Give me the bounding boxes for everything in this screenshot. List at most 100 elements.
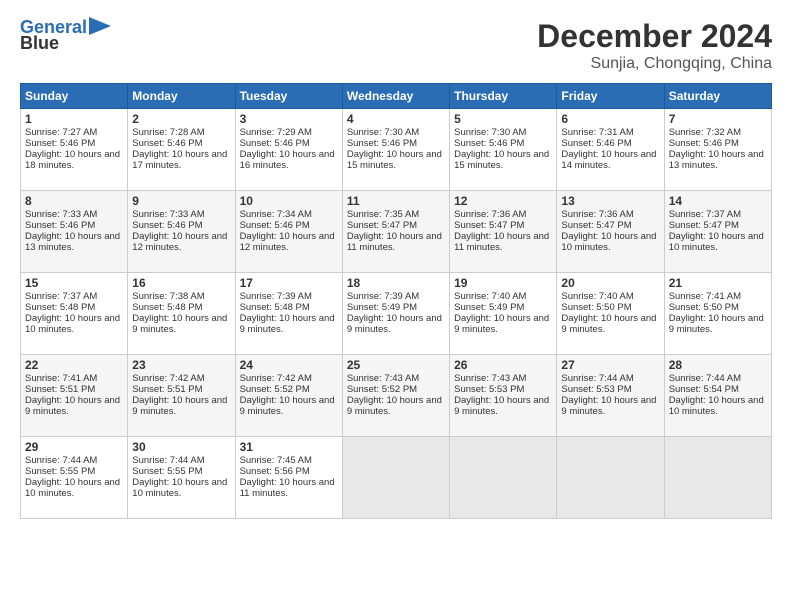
day-number: 1 <box>25 112 123 126</box>
day-number: 3 <box>240 112 338 126</box>
daylight-text: Daylight: 10 hours and 11 minutes. <box>240 477 335 499</box>
day-number: 5 <box>454 112 552 126</box>
sunset-text: Sunset: 5:46 PM <box>25 220 95 231</box>
table-row: 13Sunrise: 7:36 AMSunset: 5:47 PMDayligh… <box>557 191 664 273</box>
sunset-text: Sunset: 5:48 PM <box>240 302 310 313</box>
day-number: 9 <box>132 194 230 208</box>
daylight-text: Daylight: 10 hours and 12 minutes. <box>132 231 227 253</box>
sunrise-text: Sunrise: 7:44 AM <box>25 455 97 466</box>
sunset-text: Sunset: 5:46 PM <box>132 138 202 149</box>
day-number: 7 <box>669 112 767 126</box>
day-number: 6 <box>561 112 659 126</box>
table-row: 31Sunrise: 7:45 AMSunset: 5:56 PMDayligh… <box>235 437 342 519</box>
calendar-week-row: 8Sunrise: 7:33 AMSunset: 5:46 PMDaylight… <box>21 191 772 273</box>
sunrise-text: Sunrise: 7:35 AM <box>347 209 419 220</box>
table-row: 7Sunrise: 7:32 AMSunset: 5:46 PMDaylight… <box>664 109 771 191</box>
sunset-text: Sunset: 5:46 PM <box>561 138 631 149</box>
sunrise-text: Sunrise: 7:28 AM <box>132 127 204 138</box>
sunrise-text: Sunrise: 7:41 AM <box>25 373 97 384</box>
sunset-text: Sunset: 5:46 PM <box>669 138 739 149</box>
day-number: 31 <box>240 440 338 454</box>
table-row: 28Sunrise: 7:44 AMSunset: 5:54 PMDayligh… <box>664 355 771 437</box>
sunrise-text: Sunrise: 7:33 AM <box>132 209 204 220</box>
sunset-text: Sunset: 5:50 PM <box>669 302 739 313</box>
title-block: December 2024 Sunjia, Chongqing, China <box>537 18 772 73</box>
table-row: 27Sunrise: 7:44 AMSunset: 5:53 PMDayligh… <box>557 355 664 437</box>
sunrise-text: Sunrise: 7:42 AM <box>132 373 204 384</box>
daylight-text: Daylight: 10 hours and 9 minutes. <box>347 395 442 417</box>
day-number: 25 <box>347 358 445 372</box>
day-number: 11 <box>347 194 445 208</box>
day-number: 8 <box>25 194 123 208</box>
calendar-table: Sunday Monday Tuesday Wednesday Thursday… <box>20 83 772 519</box>
table-row: 5Sunrise: 7:30 AMSunset: 5:46 PMDaylight… <box>450 109 557 191</box>
day-number: 29 <box>25 440 123 454</box>
col-sunday: Sunday <box>21 84 128 109</box>
daylight-text: Daylight: 10 hours and 9 minutes. <box>240 313 335 335</box>
sunset-text: Sunset: 5:52 PM <box>347 384 417 395</box>
logo: General Blue <box>20 18 111 54</box>
daylight-text: Daylight: 10 hours and 10 minutes. <box>25 477 120 499</box>
daylight-text: Daylight: 10 hours and 9 minutes. <box>132 313 227 335</box>
sunset-text: Sunset: 5:46 PM <box>132 220 202 231</box>
day-number: 16 <box>132 276 230 290</box>
day-number: 21 <box>669 276 767 290</box>
table-row <box>664 437 771 519</box>
table-row: 30Sunrise: 7:44 AMSunset: 5:55 PMDayligh… <box>128 437 235 519</box>
sunset-text: Sunset: 5:46 PM <box>240 138 310 149</box>
daylight-text: Daylight: 10 hours and 9 minutes. <box>454 395 549 417</box>
table-row: 26Sunrise: 7:43 AMSunset: 5:53 PMDayligh… <box>450 355 557 437</box>
daylight-text: Daylight: 10 hours and 9 minutes. <box>347 313 442 335</box>
sunrise-text: Sunrise: 7:44 AM <box>561 373 633 384</box>
col-monday: Monday <box>128 84 235 109</box>
table-row: 22Sunrise: 7:41 AMSunset: 5:51 PMDayligh… <box>21 355 128 437</box>
sunrise-text: Sunrise: 7:44 AM <box>669 373 741 384</box>
table-row: 10Sunrise: 7:34 AMSunset: 5:46 PMDayligh… <box>235 191 342 273</box>
sunset-text: Sunset: 5:46 PM <box>25 138 95 149</box>
main-title: December 2024 <box>537 18 772 55</box>
daylight-text: Daylight: 10 hours and 13 minutes. <box>669 149 764 171</box>
day-number: 28 <box>669 358 767 372</box>
daylight-text: Daylight: 10 hours and 17 minutes. <box>132 149 227 171</box>
day-number: 22 <box>25 358 123 372</box>
table-row: 19Sunrise: 7:40 AMSunset: 5:49 PMDayligh… <box>450 273 557 355</box>
sunset-text: Sunset: 5:52 PM <box>240 384 310 395</box>
table-row <box>557 437 664 519</box>
sunset-text: Sunset: 5:46 PM <box>454 138 524 149</box>
table-row: 16Sunrise: 7:38 AMSunset: 5:48 PMDayligh… <box>128 273 235 355</box>
table-row: 25Sunrise: 7:43 AMSunset: 5:52 PMDayligh… <box>342 355 449 437</box>
daylight-text: Daylight: 10 hours and 15 minutes. <box>347 149 442 171</box>
calendar-header-row: Sunday Monday Tuesday Wednesday Thursday… <box>21 84 772 109</box>
day-number: 14 <box>669 194 767 208</box>
day-number: 30 <box>132 440 230 454</box>
col-friday: Friday <box>557 84 664 109</box>
col-saturday: Saturday <box>664 84 771 109</box>
daylight-text: Daylight: 10 hours and 10 minutes. <box>132 477 227 499</box>
sunrise-text: Sunrise: 7:41 AM <box>669 291 741 302</box>
calendar-week-row: 1Sunrise: 7:27 AMSunset: 5:46 PMDaylight… <box>21 109 772 191</box>
sunset-text: Sunset: 5:53 PM <box>454 384 524 395</box>
day-number: 17 <box>240 276 338 290</box>
daylight-text: Daylight: 10 hours and 10 minutes. <box>561 231 656 253</box>
daylight-text: Daylight: 10 hours and 9 minutes. <box>454 313 549 335</box>
daylight-text: Daylight: 10 hours and 10 minutes. <box>669 395 764 417</box>
daylight-text: Daylight: 10 hours and 14 minutes. <box>561 149 656 171</box>
sunrise-text: Sunrise: 7:43 AM <box>454 373 526 384</box>
day-number: 12 <box>454 194 552 208</box>
sunrise-text: Sunrise: 7:39 AM <box>240 291 312 302</box>
daylight-text: Daylight: 10 hours and 11 minutes. <box>454 231 549 253</box>
day-number: 2 <box>132 112 230 126</box>
daylight-text: Daylight: 10 hours and 9 minutes. <box>561 313 656 335</box>
daylight-text: Daylight: 10 hours and 15 minutes. <box>454 149 549 171</box>
day-number: 18 <box>347 276 445 290</box>
sunrise-text: Sunrise: 7:27 AM <box>25 127 97 138</box>
col-thursday: Thursday <box>450 84 557 109</box>
day-number: 10 <box>240 194 338 208</box>
daylight-text: Daylight: 10 hours and 9 minutes. <box>25 395 120 417</box>
table-row: 9Sunrise: 7:33 AMSunset: 5:46 PMDaylight… <box>128 191 235 273</box>
sunset-text: Sunset: 5:47 PM <box>347 220 417 231</box>
table-row: 3Sunrise: 7:29 AMSunset: 5:46 PMDaylight… <box>235 109 342 191</box>
logo-arrow-icon <box>89 17 111 35</box>
daylight-text: Daylight: 10 hours and 9 minutes. <box>669 313 764 335</box>
sunset-text: Sunset: 5:47 PM <box>561 220 631 231</box>
